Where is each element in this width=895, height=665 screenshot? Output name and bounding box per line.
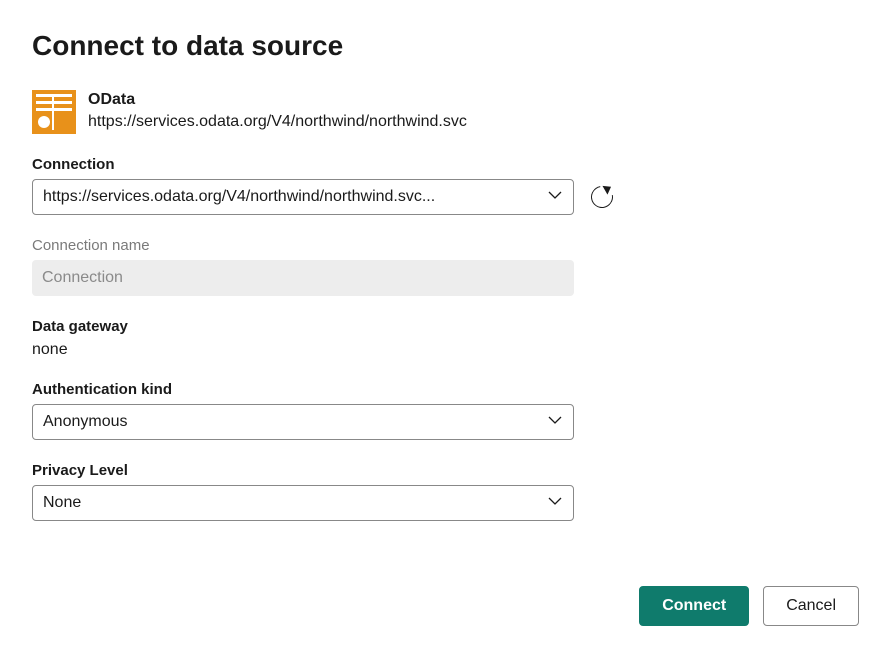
source-name: OData <box>88 90 467 111</box>
auth-kind-dropdown[interactable]: Anonymous <box>32 404 574 440</box>
privacy-level-field: Privacy Level None <box>32 462 863 521</box>
chevron-down-icon <box>547 493 563 514</box>
connection-name-input[interactable] <box>32 260 574 296</box>
connection-field: Connection https://services.odata.org/V4… <box>32 156 863 215</box>
connection-dropdown[interactable]: https://services.odata.org/V4/northwind/… <box>32 179 574 215</box>
button-row: Connect Cancel <box>639 586 859 626</box>
source-text: OData https://services.odata.org/V4/nort… <box>88 90 467 133</box>
source-header: OData https://services.odata.org/V4/nort… <box>32 90 863 134</box>
chevron-down-icon <box>547 187 563 208</box>
auth-kind-field: Authentication kind Anonymous <box>32 381 863 440</box>
privacy-level-selected: None <box>43 494 539 512</box>
data-gateway-value: none <box>32 341 863 359</box>
auth-kind-label: Authentication kind <box>32 381 863 398</box>
data-gateway-field: Data gateway none <box>32 318 863 359</box>
data-gateway-label: Data gateway <box>32 318 863 335</box>
connection-selected: https://services.odata.org/V4/northwind/… <box>43 188 539 206</box>
refresh-button[interactable] <box>588 183 616 211</box>
source-url: https://services.odata.org/V4/northwind/… <box>88 111 467 133</box>
connect-button[interactable]: Connect <box>639 586 749 626</box>
privacy-level-label: Privacy Level <box>32 462 863 479</box>
cancel-button[interactable]: Cancel <box>763 586 859 626</box>
privacy-level-dropdown[interactable]: None <box>32 485 574 521</box>
page-title: Connect to data source <box>32 30 863 62</box>
odata-icon <box>32 90 76 134</box>
auth-kind-selected: Anonymous <box>43 413 539 431</box>
connection-name-label: Connection name <box>32 237 863 254</box>
connection-label: Connection <box>32 156 863 173</box>
connection-name-field: Connection name <box>32 237 863 296</box>
chevron-down-icon <box>547 412 563 433</box>
